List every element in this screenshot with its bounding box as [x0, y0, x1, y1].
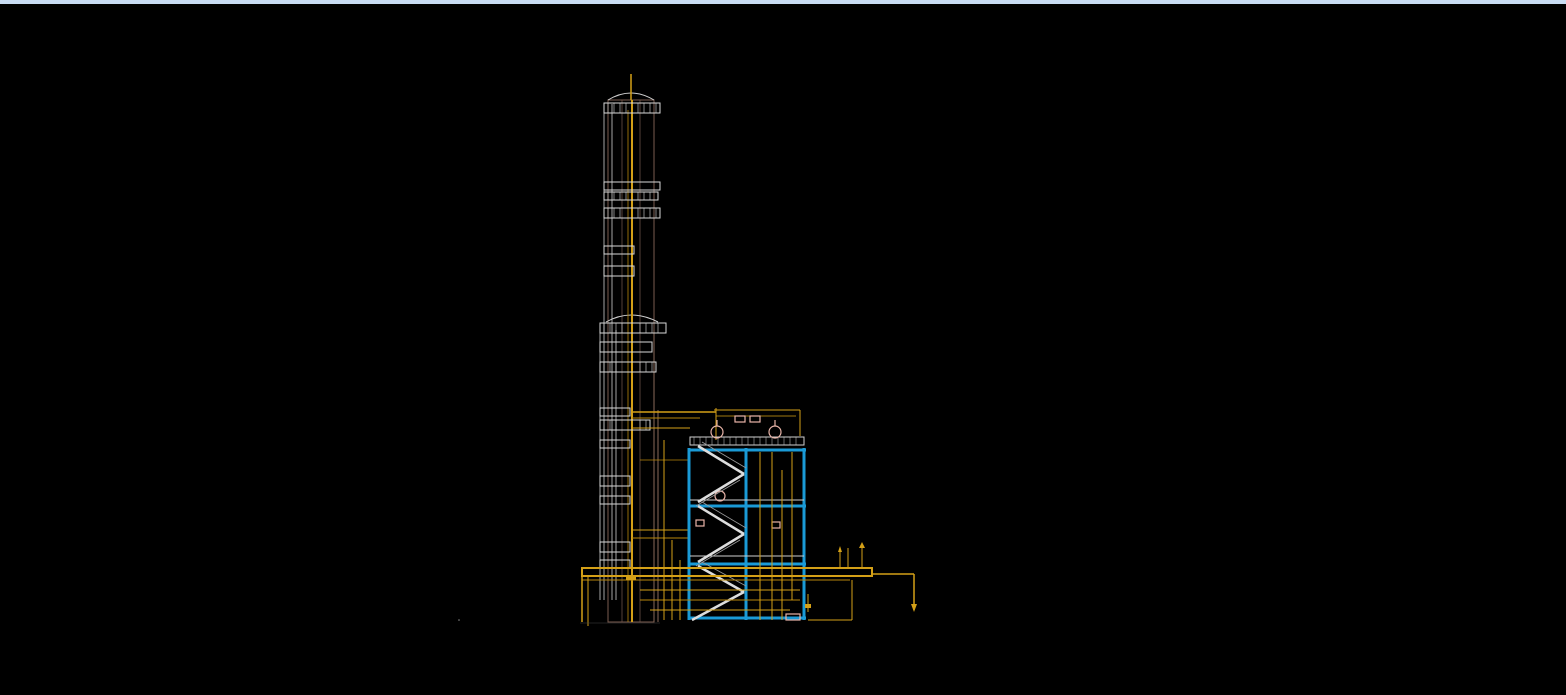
vessels — [695, 415, 801, 621]
origin-marker — [458, 619, 460, 621]
distillation-column — [605, 74, 659, 623]
steel-structure — [687, 448, 806, 620]
stairway — [691, 444, 745, 622]
cad-drawing — [458, 74, 917, 626]
cad-viewport[interactable] — [0, 4, 1566, 695]
column-to-structure-piping — [632, 408, 801, 539]
